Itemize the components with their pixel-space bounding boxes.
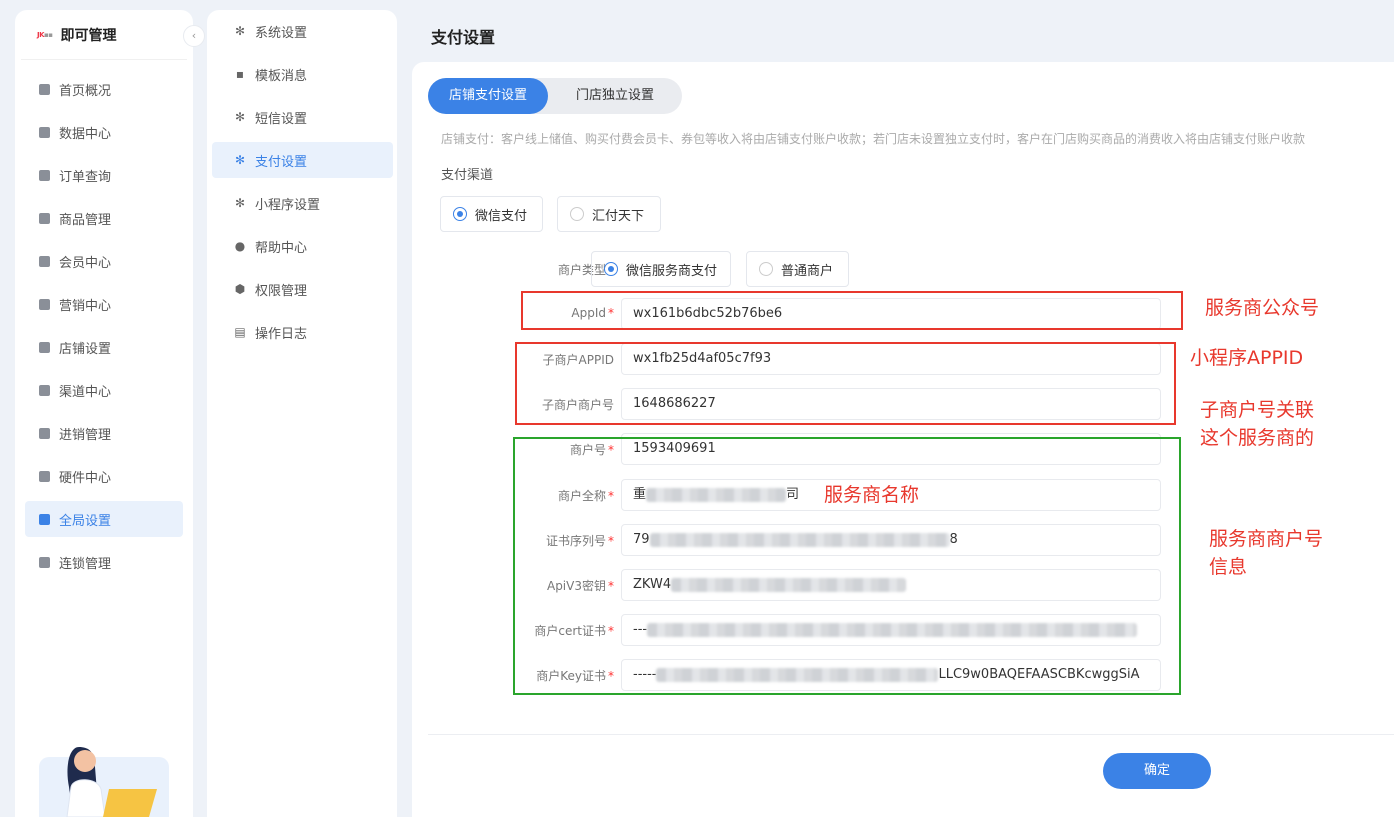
sidebar-item-products[interactable]: 商品管理 [25, 200, 183, 236]
grid-icon [38, 83, 50, 95]
payment-tabs: 店铺支付设置 门店独立设置 [428, 78, 682, 114]
gear-icon [38, 513, 50, 525]
calendar-icon [38, 169, 50, 181]
woman-with-laptop-illustration [39, 747, 169, 817]
sidebar-item-home[interactable]: 首页概况 [25, 71, 183, 107]
sidebar-item-hardware[interactable]: 硬件中心 [25, 458, 183, 494]
sidebar-item-marketing[interactable]: 营销中心 [25, 286, 183, 322]
annotation-sub-appid-note: 小程序APPID [1190, 347, 1304, 369]
payment-description: 店铺支付：客户线上储值、购买付费会员卡、券包等收入将由店铺支付账户收款；若门店未… [441, 132, 1306, 146]
subnav-item-permissions[interactable]: ⬢ 权限管理 [212, 271, 393, 307]
annotation-merchant-info-note-line2: 信息 [1209, 556, 1248, 578]
annotation-box-merchant-info [513, 437, 1181, 695]
bar-chart-icon [38, 126, 50, 138]
subnav-item-template-messages[interactable]: ▪ 模板消息 [212, 56, 393, 92]
radio-checked-icon [604, 262, 618, 276]
store-icon [38, 341, 50, 353]
inventory-icon [38, 427, 50, 439]
gear-icon: ✻ [234, 153, 246, 167]
gear-icon: ✻ [234, 110, 246, 124]
merchant-type-option-service-provider[interactable]: 微信服务商支付 [591, 251, 731, 287]
collapse-sidebar-button[interactable]: ‹ [183, 25, 205, 47]
sidebar-item-members[interactable]: 会员中心 [25, 243, 183, 279]
log-icon: ▤ [234, 325, 246, 339]
subnav-item-help-center[interactable]: ● 帮助中心 [212, 228, 393, 264]
payment-channel-label: 支付渠道 [441, 168, 494, 183]
sidebar-item-global-settings[interactable]: 全局设置 [25, 501, 183, 537]
annotation-sub-mchid-note-line2: 这个服务商的 [1200, 427, 1315, 449]
subnav-item-payment-settings[interactable]: ✻ 支付设置 [212, 142, 393, 178]
sidebar-item-chain[interactable]: 连锁管理 [25, 544, 183, 580]
gear-icon: ✻ [234, 196, 246, 210]
sidebar-item-inventory[interactable]: 进销管理 [25, 415, 183, 451]
page-title: 支付设置 [431, 28, 496, 47]
subnav-item-miniprogram-settings[interactable]: ✻ 小程序设置 [212, 185, 393, 221]
chain-icon [38, 556, 50, 568]
subnav-item-system-settings[interactable]: ✻ 系统设置 [212, 13, 393, 49]
sidebar-item-data[interactable]: 数据中心 [25, 114, 183, 150]
confirm-button[interactable]: 确定 [1103, 753, 1211, 789]
shield-icon: ⬢ [234, 282, 246, 296]
annotation-box-sub-merchant [515, 342, 1176, 425]
sidebar-item-store-settings[interactable]: 店铺设置 [25, 329, 183, 365]
tab-store-payment[interactable]: 店铺支付设置 [428, 78, 548, 114]
merchant-type-option-normal[interactable]: 普通商户 [746, 251, 849, 287]
channel-option-wechat[interactable]: 微信支付 [440, 196, 543, 232]
radio-checked-icon [453, 207, 467, 221]
brand-name: 即可管理 [60, 27, 117, 44]
main-sidebar: JK▪▪ 即可管理 ‹ 首页概况 数据中心 订单查询 商品管理 会员中心 营销中… [15, 10, 205, 817]
annotation-appid-note: 服务商公众号 [1205, 297, 1320, 319]
crown-icon [38, 255, 50, 267]
channel-icon [38, 384, 50, 396]
annotation-sub-mchid-note-line1: 子商户号关联 [1200, 399, 1315, 421]
radio-unchecked-icon [759, 262, 773, 276]
brand-logo: JK▪▪ [37, 30, 53, 39]
hardware-icon [38, 470, 50, 482]
tab-shop-independent[interactable]: 门店独立设置 [548, 78, 682, 114]
gift-icon [38, 298, 50, 310]
sidebar-item-channels[interactable]: 渠道中心 [25, 372, 183, 408]
subnav-item-operation-log[interactable]: ▤ 操作日志 [212, 314, 393, 350]
footer-divider [428, 734, 1394, 735]
annotation-merchant-name-note: 服务商名称 [824, 484, 920, 506]
settings-subnav: ✻ 系统设置 ▪ 模板消息 ✻ 短信设置 ✻ 支付设置 ✻ 小程序设置 ● 帮助中心 ⬢ 权限… [207, 10, 397, 817]
help-icon: ● [234, 239, 246, 253]
main-nav-list: 首页概况 数据中心 订单查询 商品管理 会员中心 营销中心 店铺设置 渠道中心 … [15, 60, 193, 580]
annotation-box-appid [521, 291, 1183, 330]
annotation-merchant-info-note-line1: 服务商商户号 [1209, 528, 1324, 550]
subnav-item-sms-settings[interactable]: ✻ 短信设置 [212, 99, 393, 135]
sidebar-item-orders[interactable]: 订单查询 [25, 157, 183, 193]
channel-option-huifu[interactable]: 汇付天下 [557, 196, 661, 232]
radio-unchecked-icon [570, 207, 584, 221]
bag-icon [38, 212, 50, 224]
message-icon: ▪ [235, 67, 245, 81]
gear-icon: ✻ [234, 24, 246, 38]
brand: JK▪▪ 即可管理 [21, 10, 187, 60]
chevron-left-icon: ‹ [191, 29, 197, 42]
